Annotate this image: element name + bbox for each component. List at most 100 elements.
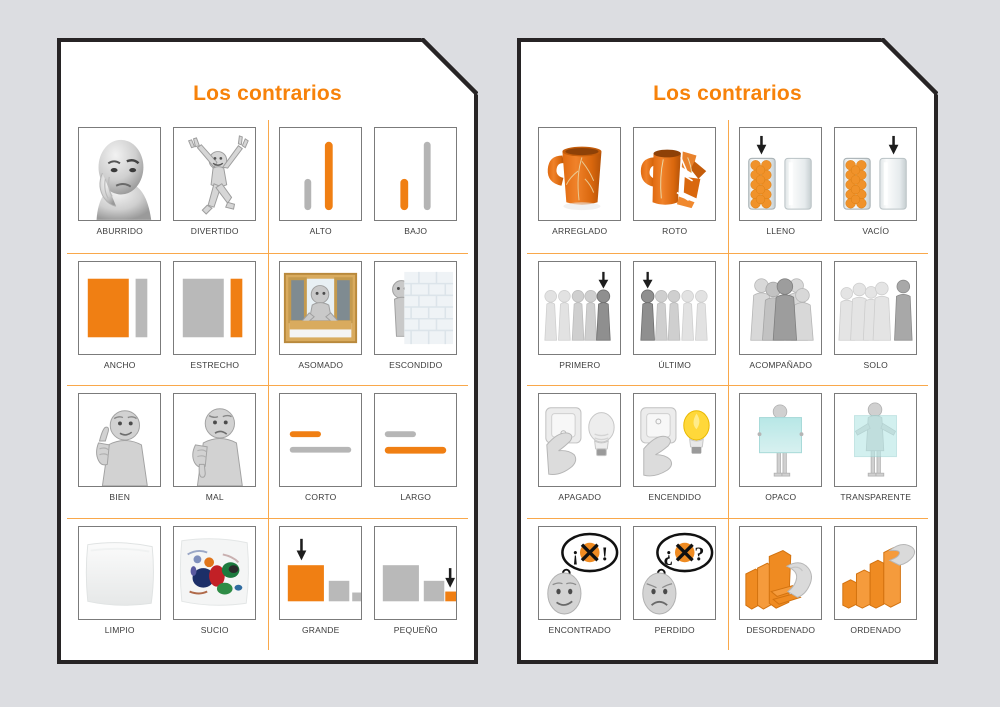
word-card[interactable]: ESCONDIDO	[374, 260, 458, 370]
svg-text:¡: ¡	[572, 544, 579, 565]
tall-bar-icon	[279, 127, 363, 221]
word-card[interactable]: ALTO	[279, 127, 363, 236]
word-label: ALTO	[309, 226, 332, 236]
pair-group: CORTO LARGO	[267, 385, 468, 518]
word-label: PEQUEÑO	[393, 624, 438, 635]
broken-mug-icon	[633, 127, 717, 221]
word-label: LIMPIO	[104, 624, 135, 635]
word-label: PRIMERO	[559, 359, 601, 370]
word-card[interactable]: ¡ ! ENCONTRADO	[538, 525, 622, 635]
word-card[interactable]: LLENO	[739, 127, 823, 236]
pair-group: APAGADO ENCENDIDO	[527, 385, 728, 518]
opaque-panel-icon	[739, 393, 823, 487]
word-label: CORTO	[305, 492, 337, 502]
pair-group: ALTO BAJO	[267, 120, 469, 253]
word-card[interactable]: OPACO	[739, 393, 823, 502]
worksheet-page-1: Los contrarios ABURRIDO DIVERTIDO ALTO B…	[57, 38, 478, 664]
light-on-switch-icon	[633, 393, 717, 487]
word-label: ESTRECHO	[190, 359, 240, 370]
svg-text:?: ?	[695, 544, 705, 565]
word-label: ESCONDIDO	[389, 359, 443, 370]
word-card[interactable]: ROTO	[633, 127, 717, 236]
word-card[interactable]: ENCENDIDO	[633, 393, 717, 502]
word-card[interactable]: APAGADO	[538, 393, 622, 502]
pair-group: LIMPIO SUCIO	[67, 517, 268, 651]
page-title: Los contrarios	[193, 82, 342, 105]
word-card[interactable]: VACÍO	[834, 127, 918, 236]
pair-group: LLENO VACÍO	[727, 120, 929, 253]
big-square-icon	[279, 525, 363, 620]
word-label: LLENO	[766, 226, 796, 236]
lone-figure-icon	[834, 260, 918, 355]
word-label: OPACO	[765, 492, 797, 502]
svg-text:¿: ¿	[664, 544, 674, 565]
found-thought-bubble-icon: ¡ !	[538, 525, 622, 620]
short-line-icon	[279, 393, 363, 487]
word-card[interactable]: DIVERTIDO	[173, 127, 257, 236]
first-in-line-icon	[538, 260, 622, 355]
thumbs-up-icon	[78, 393, 162, 487]
wide-rectangle-icon	[78, 260, 162, 355]
word-label: DIVERTIDO	[190, 226, 239, 236]
long-line-icon	[374, 393, 458, 487]
word-card[interactable]: ¿ ? PERDIDO	[633, 525, 717, 635]
word-card[interactable]: TRANSPARENTE	[834, 393, 918, 502]
word-label: ARREGLADO	[552, 226, 608, 236]
word-pair-grid: ARREGLADO ROTO LLENO VACÍO PRIMERO ÚLTIM…	[527, 120, 928, 650]
word-card[interactable]: SUCIO	[173, 525, 257, 635]
last-in-line-icon	[633, 260, 717, 355]
word-card[interactable]: PEQUEÑO	[374, 525, 458, 635]
pair-group: ANCHO ESTRECHO	[67, 252, 268, 386]
word-label: DESORDENADO	[746, 624, 816, 635]
worksheet-page-2: Los contrarios ARREGLADO ROTO LLENO VACÍ…	[517, 38, 938, 664]
word-label: LARGO	[400, 492, 432, 502]
word-label: MAL	[205, 492, 224, 502]
narrow-rectangle-icon	[173, 260, 257, 355]
word-card[interactable]: ÚLTIMO	[633, 260, 717, 370]
word-card[interactable]: GRANDE	[279, 525, 363, 635]
word-card[interactable]: ANCHO	[78, 260, 162, 370]
whole-mug-icon	[538, 127, 622, 221]
word-card[interactable]: ACOMPAÑADO	[739, 260, 823, 370]
pair-group: BIEN MAL	[67, 385, 268, 518]
word-label: ENCENDIDO	[648, 492, 702, 502]
word-card[interactable]: ARREGLADO	[538, 127, 622, 236]
dirty-cloth-icon	[173, 525, 257, 620]
pair-group: PRIMERO ÚLTIMO	[527, 252, 728, 386]
messy-books-icon	[739, 525, 823, 620]
thumbs-down-icon	[173, 393, 257, 487]
word-label: ANCHO	[103, 359, 136, 370]
word-card[interactable]: DESORDENADO	[739, 525, 823, 635]
svg-text:!: !	[602, 544, 609, 565]
word-card[interactable]: BIEN	[78, 393, 162, 502]
word-card[interactable]: ORDENADO	[834, 525, 918, 635]
light-off-switch-icon	[538, 393, 622, 487]
word-card[interactable]: SOLO	[834, 260, 918, 370]
pair-group: ARREGLADO ROTO	[527, 120, 728, 253]
word-label: APAGADO	[558, 492, 602, 502]
pair-group: OPACO TRANSPARENTE	[727, 385, 928, 518]
short-bar-icon	[374, 127, 458, 221]
word-card[interactable]: LARGO	[374, 393, 458, 502]
clean-cloth-icon	[78, 525, 162, 620]
word-card[interactable]: PRIMERO	[538, 260, 622, 370]
word-card[interactable]: LIMPIO	[78, 525, 162, 635]
bored-face-icon	[78, 127, 162, 221]
word-card[interactable]: BAJO	[374, 127, 458, 236]
word-card[interactable]: MAL	[173, 393, 257, 502]
word-card[interactable]: CORTO	[279, 393, 363, 502]
word-label: BAJO	[404, 226, 428, 236]
pair-group: DESORDENADO ORDENADO	[727, 517, 928, 650]
word-card[interactable]: ABURRIDO	[78, 127, 162, 236]
small-square-icon	[374, 525, 458, 620]
word-card[interactable]: ASOMADO	[279, 260, 363, 370]
word-label: TRANSPARENTE	[840, 492, 912, 502]
group-of-figures-icon	[739, 260, 823, 355]
transparent-panel-icon	[834, 393, 918, 487]
pair-group: ABURRIDO DIVERTIDO	[67, 120, 268, 253]
pair-group: ¡ ! ENCONTRADO ¿ ? PERDIDO	[527, 517, 728, 651]
word-label: ORDENADO	[850, 624, 902, 635]
word-label: PERDIDO	[654, 624, 695, 635]
word-card[interactable]: ESTRECHO	[173, 260, 257, 370]
full-glass-icon	[739, 127, 823, 221]
